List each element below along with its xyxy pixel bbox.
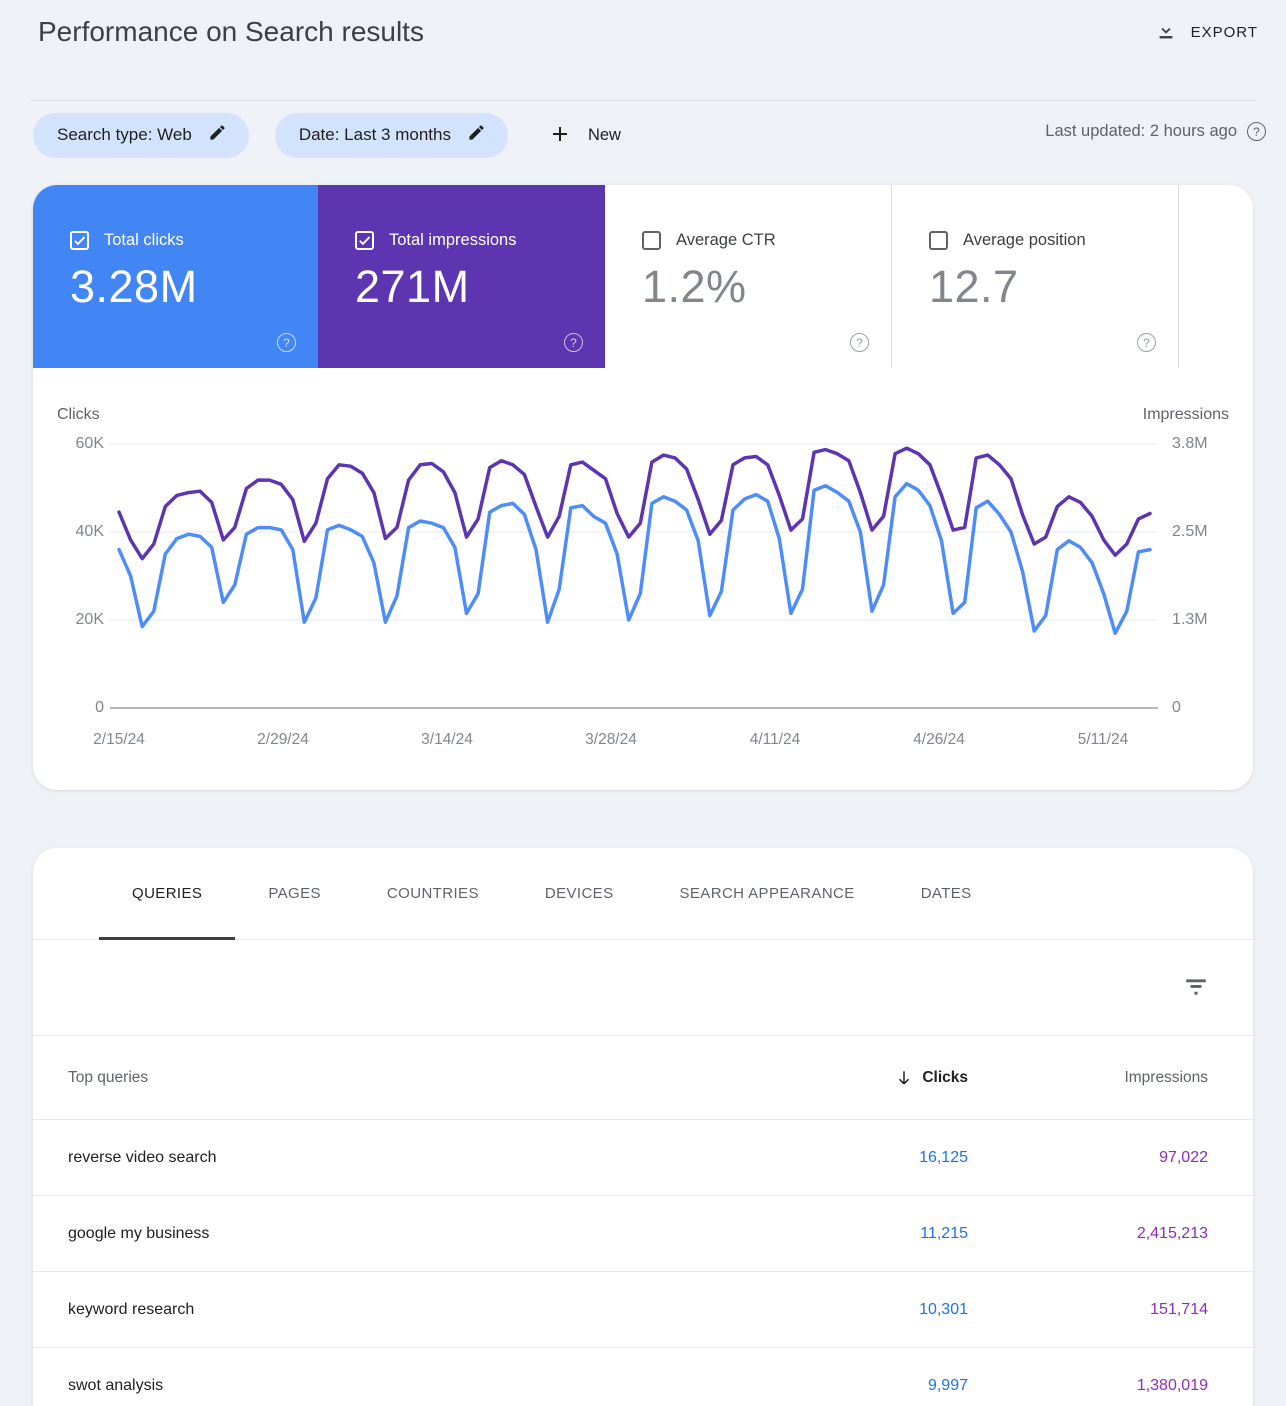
left-axis-tick: 20K <box>33 610 104 630</box>
query-cell: keyword research <box>68 1301 808 1319</box>
right-axis-tick: 0 <box>1172 698 1181 718</box>
tab-search-appearance[interactable]: SEARCH APPEARANCE <box>647 848 888 939</box>
right-axis-tick: 3.8M <box>1172 434 1208 454</box>
download-icon <box>1155 20 1177 45</box>
edit-pencil-icon <box>208 123 227 147</box>
filter-chip-search-type[interactable]: Search type: Web <box>33 113 249 158</box>
filter-icon[interactable] <box>1183 974 1209 1000</box>
clicks-cell: 10,301 <box>808 1301 968 1319</box>
impressions-cell: 151,714 <box>968 1301 1208 1319</box>
tab-label: COUNTRIES <box>387 885 479 902</box>
filter-chip-label: Search type: Web <box>57 125 192 145</box>
plus-icon <box>548 122 572 149</box>
chart-line-impressions <box>119 448 1150 558</box>
column-header-clicks[interactable]: Clicks <box>808 1068 968 1088</box>
tab-label: QUERIES <box>132 885 202 902</box>
filter-chip-label: Date: Last 3 months <box>299 125 451 145</box>
export-button[interactable]: EXPORT <box>1145 14 1268 51</box>
tab-label: DATES <box>921 885 972 902</box>
x-axis-tick: 4/11/24 <box>730 731 820 749</box>
x-axis-tick: 4/26/24 <box>894 731 984 749</box>
help-icon[interactable]: ? <box>1247 122 1266 141</box>
export-label: EXPORT <box>1191 24 1258 41</box>
chart-panel: Total clicks3.28M?Total impressions271M?… <box>33 185 1253 790</box>
left-axis-tick: 60K <box>33 434 104 454</box>
clicks-cell: 11,215 <box>808 1225 968 1243</box>
sort-descending-icon <box>894 1068 914 1088</box>
left-axis-tick: 0 <box>33 698 104 718</box>
filter-chip-date-range[interactable]: Date: Last 3 months <box>275 113 508 158</box>
tab-devices[interactable]: DEVICES <box>512 848 647 939</box>
tab-label: DEVICES <box>545 885 614 902</box>
tab-queries[interactable]: QUERIES <box>99 848 235 939</box>
x-axis-tick: 3/28/24 <box>566 731 656 749</box>
table-header-row: Top queries Clicks Impressions <box>33 1036 1253 1120</box>
chart-line-clicks <box>119 484 1150 634</box>
right-axis-tick: 2.5M <box>1172 522 1208 542</box>
column-header-top-queries[interactable]: Top queries <box>68 1069 808 1087</box>
query-cell: swot analysis <box>68 1377 808 1395</box>
x-axis-tick: 2/15/24 <box>74 731 164 749</box>
new-filter-label: New <box>588 126 621 145</box>
tab-label: PAGES <box>268 885 321 902</box>
x-axis-tick: 3/14/24 <box>402 731 492 749</box>
filter-toolbar: Search type: Web Date: Last 3 months New <box>33 112 621 158</box>
table-row[interactable]: swot analysis9,9971,380,019 <box>33 1348 1253 1406</box>
table-filter-row <box>33 940 1253 1036</box>
x-axis-tick: 2/29/24 <box>238 731 328 749</box>
table-row[interactable]: google my business11,2152,415,213 <box>33 1196 1253 1272</box>
page-title: Performance on Search results <box>38 16 424 48</box>
performance-line-chart[interactable] <box>33 185 1253 790</box>
right-axis-tick: 1.3M <box>1172 610 1208 630</box>
tab-pages[interactable]: PAGES <box>235 848 354 939</box>
queries-table-body: reverse video search16,12597,022google m… <box>33 1120 1253 1406</box>
last-updated-text: Last updated: 2 hours ago <box>1045 122 1237 141</box>
clicks-cell: 16,125 <box>808 1149 968 1167</box>
last-updated: Last updated: 2 hours ago ? <box>1045 122 1266 141</box>
query-cell: google my business <box>68 1225 808 1243</box>
query-cell: reverse video search <box>68 1149 808 1167</box>
tab-countries[interactable]: COUNTRIES <box>354 848 512 939</box>
dimension-tabs: QUERIES PAGES COUNTRIES DEVICES SEARCH APPEA… <box>33 848 1253 940</box>
header-divider <box>30 100 1256 101</box>
tab-label: SEARCH APPEARANCE <box>680 885 855 902</box>
search-console-performance-page: Performance on Search results EXPORT Sea… <box>0 0 1286 1406</box>
impressions-cell: 2,415,213 <box>968 1225 1208 1243</box>
x-axis-tick: 5/11/24 <box>1058 731 1148 749</box>
table-row[interactable]: keyword research10,301151,714 <box>33 1272 1253 1348</box>
impressions-cell: 97,022 <box>968 1149 1208 1167</box>
column-header-impressions[interactable]: Impressions <box>968 1069 1208 1087</box>
edit-pencil-icon <box>467 123 486 147</box>
dimensions-panel: QUERIES PAGES COUNTRIES DEVICES SEARCH APPEA… <box>33 848 1253 1406</box>
clicks-cell: 9,997 <box>808 1377 968 1395</box>
new-filter-button[interactable]: New <box>548 122 621 149</box>
impressions-cell: 1,380,019 <box>968 1377 1208 1395</box>
table-row[interactable]: reverse video search16,12597,022 <box>33 1120 1253 1196</box>
tab-dates[interactable]: DATES <box>888 848 1005 939</box>
left-axis-tick: 40K <box>33 522 104 542</box>
